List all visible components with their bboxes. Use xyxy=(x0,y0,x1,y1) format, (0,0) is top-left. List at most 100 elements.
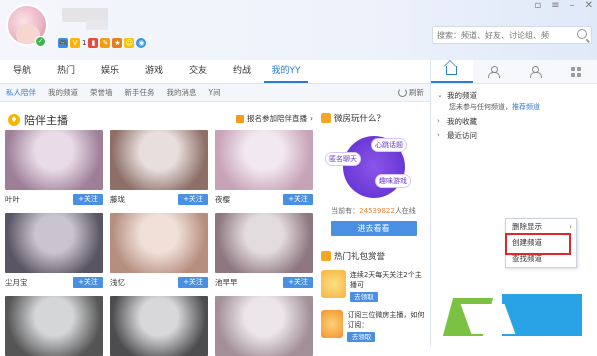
anchor-photo[interactable] xyxy=(5,296,103,356)
menu-item-label: 删除显示 xyxy=(512,222,542,231)
gifts-title-text: 热门礼包赏誉 xyxy=(334,250,385,262)
anchor-card[interactable] xyxy=(110,296,208,356)
star-badge-icon[interactable]: ★ xyxy=(112,38,122,48)
gift-item: 连续2天每天关注2个主播可 去领取 xyxy=(321,270,426,302)
anchor-photo[interactable] xyxy=(5,130,103,190)
anchors-title-text: 陪伴主播 xyxy=(24,112,68,128)
tab-apps[interactable] xyxy=(556,60,597,83)
user-badges: 🎮 V 1 ▮ ✎ ★ ☺ ◉ xyxy=(58,38,146,48)
refresh-label: 刷新 xyxy=(409,87,424,98)
tab-my-yy[interactable]: 我的YY xyxy=(264,60,308,83)
gifts-title: 热门礼包赏誉 xyxy=(321,250,426,262)
anchor-card[interactable]: 夜樱 +关注 xyxy=(215,130,313,206)
anchor-card-footer: 池早早 +关注 xyxy=(215,275,313,289)
subnav-my-messages[interactable]: 我的消息 xyxy=(161,87,203,98)
game-label-topics: 心跳话题 xyxy=(371,138,407,152)
tab-home[interactable] xyxy=(431,60,473,83)
signup-label: 报名参加陪伴直播 xyxy=(247,113,307,124)
follow-button[interactable]: +关注 xyxy=(73,277,103,288)
search-icon[interactable] xyxy=(577,29,587,39)
eye-badge-icon[interactable]: ◉ xyxy=(136,38,146,48)
online-prefix: 当前有： xyxy=(331,207,359,215)
tree-note-text: 您未参与任何频道， xyxy=(449,103,512,111)
calendar-badge-icon[interactable]: ▮ xyxy=(88,38,98,48)
anchor-card[interactable]: 藤珑+关注 xyxy=(110,130,208,206)
follow-button[interactable]: +关注 xyxy=(178,194,208,205)
search-box xyxy=(432,26,592,44)
tab-entertainment[interactable]: 娱乐 xyxy=(88,60,132,83)
anchor-name: 池早早 xyxy=(215,277,238,288)
header-bar: ✓ 🎮 V 1 ▮ ✎ ★ ☺ ◉ ▫ ≡ – ✕ xyxy=(0,0,597,60)
tab-contacts[interactable] xyxy=(473,60,515,83)
anchor-card[interactable]: 尘月宝+关注 xyxy=(5,213,103,289)
close-icon[interactable]: ✕ xyxy=(585,0,593,11)
claim-button[interactable]: 去领取 xyxy=(347,332,375,342)
menu-icon[interactable]: ≡ xyxy=(551,0,559,11)
channel-tree: ⌄ 我的频道 您未参与任何频道，推荐频道 › 我的收藏 › 最近访问 xyxy=(431,84,597,146)
anchor-photo[interactable] xyxy=(215,130,313,190)
anchor-card[interactable] xyxy=(215,296,313,356)
follow-button[interactable]: +关注 xyxy=(73,194,103,205)
tab-groups[interactable] xyxy=(514,60,556,83)
anchor-photo[interactable] xyxy=(215,213,313,273)
anchor-name: 浅忆 xyxy=(110,277,125,288)
menu-item-label: 查找频道 xyxy=(512,254,542,263)
anchor-card[interactable] xyxy=(5,296,103,356)
chevron-down-icon: ⌄ xyxy=(437,91,443,99)
refresh-button[interactable]: 刷新 xyxy=(398,87,424,98)
anchor-photo[interactable] xyxy=(110,213,208,273)
game-room-title-text: 微房玩什么？ xyxy=(334,112,385,124)
smile-badge-icon[interactable]: ☺ xyxy=(124,38,134,48)
gift-text: 订阅三位微房主播，如何订阅： xyxy=(347,310,426,330)
anchor-card-footer: 尘月宝+关注 xyxy=(5,275,103,289)
subnav-honor-wall[interactable]: 荣誉墙 xyxy=(84,87,119,98)
anchor-photo[interactable] xyxy=(215,296,313,356)
follow-button[interactable]: +关注 xyxy=(283,277,313,288)
follow-button[interactable]: +关注 xyxy=(283,194,313,205)
gift-icon xyxy=(321,251,331,261)
vip-badge-icon[interactable]: V xyxy=(70,38,80,48)
group-icon xyxy=(530,66,540,77)
anchor-name: 叶叶 xyxy=(5,194,20,205)
tree-recent[interactable]: › 最近访问 xyxy=(437,128,591,142)
chevron-right-icon: › xyxy=(437,117,443,125)
badge-count: 1 xyxy=(82,39,86,47)
anchor-card-footer: 夜樱 +关注 xyxy=(215,192,313,206)
subnav-private-company[interactable]: 私人陪伴 xyxy=(0,87,42,98)
home-icon xyxy=(446,66,457,75)
follow-button[interactable]: +关注 xyxy=(178,277,208,288)
note-badge-icon[interactable]: ✎ xyxy=(100,38,110,48)
anchor-photo[interactable] xyxy=(110,296,208,356)
subnav-y-room[interactable]: Y间 xyxy=(203,87,227,98)
orange-gift-icon xyxy=(321,310,343,338)
window-controls: ▫ ≡ – ✕ xyxy=(534,0,593,11)
tab-social[interactable]: 交友 xyxy=(176,60,220,83)
subnav-my-channels[interactable]: 我的频道 xyxy=(42,87,84,98)
anchor-card[interactable]: 浅忆 +关注 xyxy=(110,213,208,289)
anchor-card[interactable]: 池早早 +关注 xyxy=(215,213,313,289)
game-badge-icon[interactable]: 🎮 xyxy=(58,38,68,48)
apps-grid-icon xyxy=(571,67,581,77)
chevron-right-icon: › xyxy=(437,131,443,139)
claim-button[interactable]: 去领取 xyxy=(350,292,378,302)
brand-logo xyxy=(448,292,584,340)
anchor-card[interactable]: 叶叶 +关注 xyxy=(5,130,103,206)
skin-icon[interactable]: ▫ xyxy=(534,0,541,11)
anchor-photo[interactable] xyxy=(110,130,208,190)
tab-hot[interactable]: 热门 xyxy=(44,60,88,83)
search-input[interactable] xyxy=(433,27,573,43)
signup-link[interactable]: 报名参加陪伴直播 › xyxy=(236,113,313,124)
anchor-name: 夜樱 xyxy=(215,194,230,205)
minimize-icon[interactable]: – xyxy=(570,0,575,11)
game-label-fun-games: 趣味游戏 xyxy=(375,174,411,188)
subnav-newbie-tasks[interactable]: 新手任务 xyxy=(119,87,161,98)
tab-navigation[interactable]: 导航 xyxy=(0,60,44,83)
anchor-photo[interactable] xyxy=(5,213,103,273)
coin-stack-icon xyxy=(321,270,346,298)
tab-matches[interactable]: 约战 xyxy=(220,60,264,83)
recommended-channels-link[interactable]: 推荐频道 xyxy=(512,103,540,111)
tree-my-channels[interactable]: ⌄ 我的频道 xyxy=(437,88,591,102)
tab-games[interactable]: 游戏 xyxy=(132,60,176,83)
enter-room-button[interactable]: 进去看看 xyxy=(331,221,417,236)
tree-my-favorites[interactable]: › 我的收藏 xyxy=(437,114,591,128)
